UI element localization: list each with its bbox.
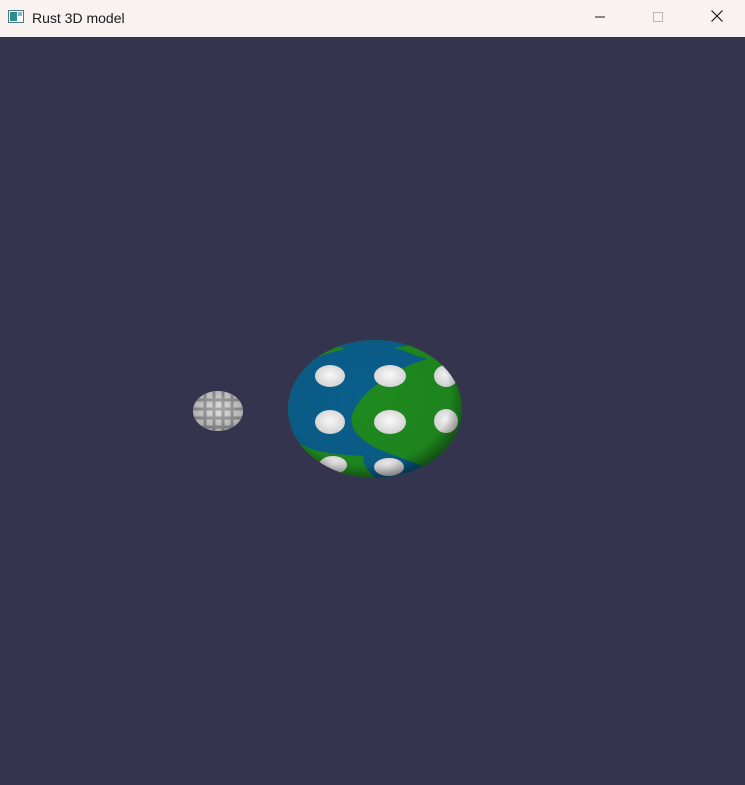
close-button[interactable] [694, 0, 740, 37]
window-title: Rust 3D model [32, 10, 125, 26]
scene-canvas [193, 340, 462, 478]
small-moon [193, 391, 243, 431]
title-bar[interactable]: Rust 3D model [0, 0, 745, 37]
render-viewport[interactable] [0, 37, 745, 785]
maximize-icon [652, 10, 664, 28]
minimize-button[interactable] [577, 0, 623, 37]
app-window-icon [8, 10, 24, 23]
app-window: Rust 3D model [0, 0, 745, 785]
minimize-icon [594, 10, 606, 28]
textured-planet [288, 340, 462, 478]
maximize-button[interactable] [635, 0, 681, 37]
close-icon [710, 9, 724, 28]
